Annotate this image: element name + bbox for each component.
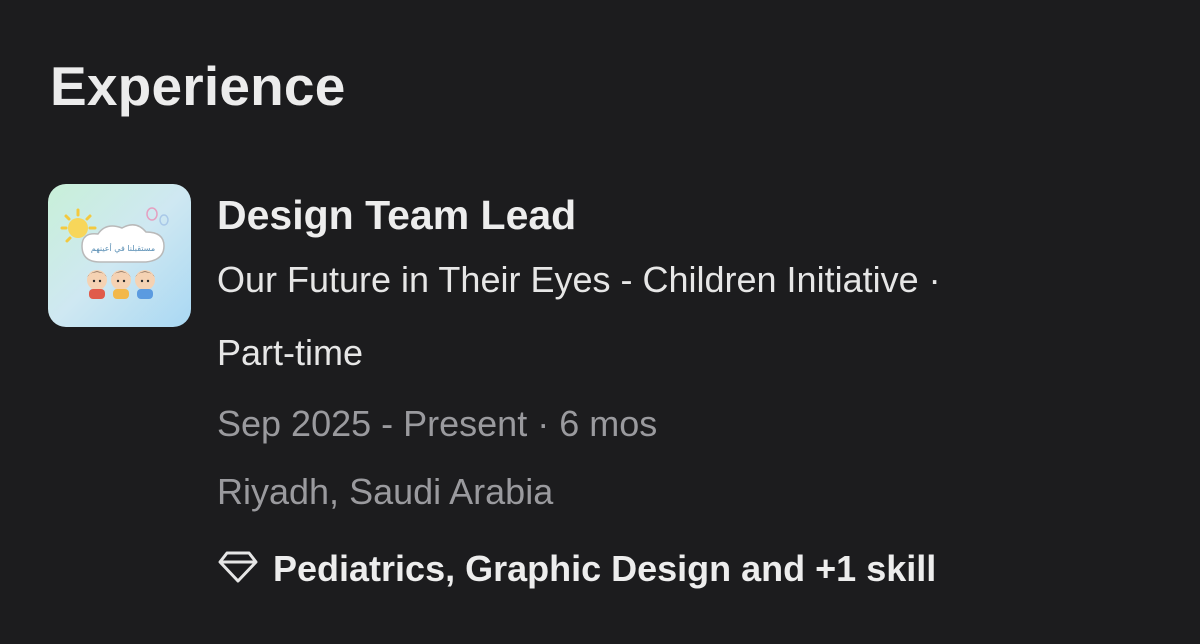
date-range: Sep 2025 - Present · 6 mos: [217, 403, 658, 444]
company-logo[interactable]: مستقبلنا في أعينهم: [48, 184, 191, 327]
logo-text: مستقبلنا في أعينهم: [91, 243, 155, 253]
skills-text: Pediatrics, Graphic Design and +1 skill: [273, 548, 937, 589]
skills-row[interactable]: Pediatrics, Graphic Design and +1 skill: [217, 548, 1157, 590]
diamond-icon: [217, 550, 259, 589]
location: Riyadh, Saudi Arabia: [217, 471, 554, 512]
experience-section: Experience مستقبلنا في أعينهم Design Tea…: [0, 0, 1200, 644]
experience-details: Design Team Lead Our Future in Their Eye…: [217, 190, 1157, 590]
section-title: Experience: [50, 55, 346, 117]
kids-illustration: [87, 270, 155, 299]
company-name[interactable]: Our Future in Their Eyes - Children Init…: [217, 242, 1157, 318]
job-title[interactable]: Design Team Lead: [217, 190, 1157, 240]
employment-type: Part-time: [217, 332, 364, 373]
